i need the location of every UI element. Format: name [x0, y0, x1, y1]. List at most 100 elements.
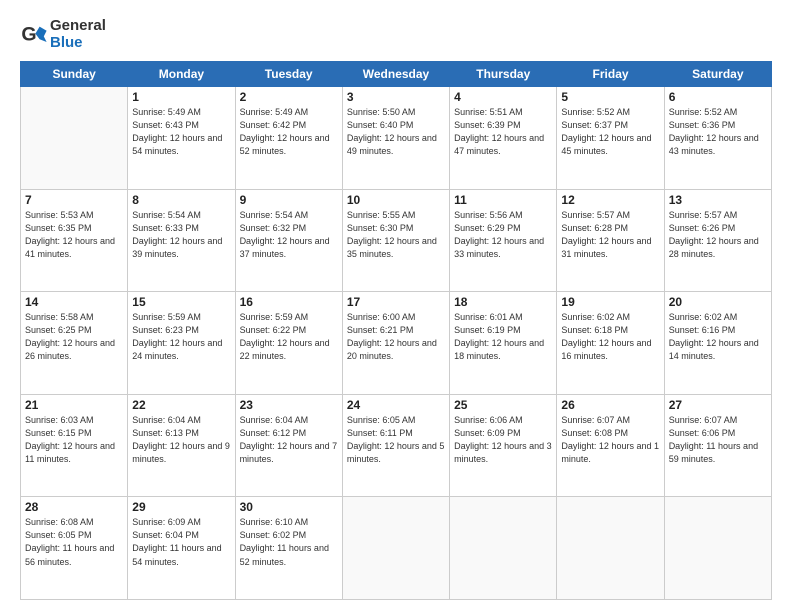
daylight-label: Daylight: 12 hours and 3 minutes. [454, 441, 552, 464]
day-number: 6 [669, 90, 767, 104]
day-number: 21 [25, 398, 123, 412]
day-number: 14 [25, 295, 123, 309]
day-info: Sunrise: 5:57 AM Sunset: 6:26 PM Dayligh… [669, 209, 767, 261]
calendar-cell: 11 Sunrise: 5:56 AM Sunset: 6:29 PM Dayl… [450, 189, 557, 292]
sunrise-label: Sunrise: 5:54 AM [132, 210, 201, 220]
daylight-label: Daylight: 12 hours and 31 minutes. [561, 236, 651, 259]
day-info: Sunrise: 6:09 AM Sunset: 6:04 PM Dayligh… [132, 516, 230, 568]
daylight-label: Daylight: 12 hours and 24 minutes. [132, 338, 222, 361]
day-info: Sunrise: 6:03 AM Sunset: 6:15 PM Dayligh… [25, 414, 123, 466]
sunset-label: Sunset: 6:43 PM [132, 120, 199, 130]
calendar-cell: 14 Sunrise: 5:58 AM Sunset: 6:25 PM Dayl… [21, 292, 128, 395]
calendar-cell: 1 Sunrise: 5:49 AM Sunset: 6:43 PM Dayli… [128, 87, 235, 190]
calendar-cell: 3 Sunrise: 5:50 AM Sunset: 6:40 PM Dayli… [342, 87, 449, 190]
day-number: 4 [454, 90, 552, 104]
sunset-label: Sunset: 6:16 PM [669, 325, 736, 335]
logo-blue: Blue [50, 35, 106, 52]
day-number: 5 [561, 90, 659, 104]
sunset-label: Sunset: 6:37 PM [561, 120, 628, 130]
daylight-label: Daylight: 12 hours and 37 minutes. [240, 236, 330, 259]
day-number: 18 [454, 295, 552, 309]
sunrise-label: Sunrise: 5:52 AM [669, 107, 738, 117]
page: G General Blue SundayMondayTuesdayWednes… [0, 0, 792, 612]
day-info: Sunrise: 6:06 AM Sunset: 6:09 PM Dayligh… [454, 414, 552, 466]
sunrise-label: Sunrise: 5:57 AM [561, 210, 630, 220]
calendar-cell: 15 Sunrise: 5:59 AM Sunset: 6:23 PM Dayl… [128, 292, 235, 395]
sunset-label: Sunset: 6:40 PM [347, 120, 414, 130]
daylight-label: Daylight: 12 hours and 28 minutes. [669, 236, 759, 259]
calendar-cell: 23 Sunrise: 6:04 AM Sunset: 6:12 PM Dayl… [235, 394, 342, 497]
day-number: 13 [669, 193, 767, 207]
daylight-label: Daylight: 12 hours and 45 minutes. [561, 133, 651, 156]
calendar-cell: 25 Sunrise: 6:06 AM Sunset: 6:09 PM Dayl… [450, 394, 557, 497]
sunset-label: Sunset: 6:09 PM [454, 428, 521, 438]
day-number: 9 [240, 193, 338, 207]
day-info: Sunrise: 6:05 AM Sunset: 6:11 PM Dayligh… [347, 414, 445, 466]
sunset-label: Sunset: 6:21 PM [347, 325, 414, 335]
daylight-label: Daylight: 12 hours and 39 minutes. [132, 236, 222, 259]
calendar-cell: 18 Sunrise: 6:01 AM Sunset: 6:19 PM Dayl… [450, 292, 557, 395]
day-info: Sunrise: 5:56 AM Sunset: 6:29 PM Dayligh… [454, 209, 552, 261]
day-info: Sunrise: 6:08 AM Sunset: 6:05 PM Dayligh… [25, 516, 123, 568]
calendar-cell: 19 Sunrise: 6:02 AM Sunset: 6:18 PM Dayl… [557, 292, 664, 395]
day-number: 11 [454, 193, 552, 207]
daylight-label: Daylight: 11 hours and 56 minutes. [25, 543, 114, 566]
daylight-label: Daylight: 12 hours and 20 minutes. [347, 338, 437, 361]
sunset-label: Sunset: 6:26 PM [669, 223, 736, 233]
day-number: 8 [132, 193, 230, 207]
daylight-label: Daylight: 12 hours and 54 minutes. [132, 133, 222, 156]
sunset-label: Sunset: 6:42 PM [240, 120, 307, 130]
calendar-cell: 22 Sunrise: 6:04 AM Sunset: 6:13 PM Dayl… [128, 394, 235, 497]
sunrise-label: Sunrise: 6:05 AM [347, 415, 416, 425]
calendar-cell: 2 Sunrise: 5:49 AM Sunset: 6:42 PM Dayli… [235, 87, 342, 190]
sunset-label: Sunset: 6:13 PM [132, 428, 199, 438]
sunset-label: Sunset: 6:30 PM [347, 223, 414, 233]
day-number: 29 [132, 500, 230, 514]
day-info: Sunrise: 5:55 AM Sunset: 6:30 PM Dayligh… [347, 209, 445, 261]
day-info: Sunrise: 5:59 AM Sunset: 6:23 PM Dayligh… [132, 311, 230, 363]
day-info: Sunrise: 5:51 AM Sunset: 6:39 PM Dayligh… [454, 106, 552, 158]
sunset-label: Sunset: 6:36 PM [669, 120, 736, 130]
day-number: 20 [669, 295, 767, 309]
sunset-label: Sunset: 6:28 PM [561, 223, 628, 233]
logo-icon: G [20, 21, 48, 49]
day-info: Sunrise: 6:01 AM Sunset: 6:19 PM Dayligh… [454, 311, 552, 363]
sunset-label: Sunset: 6:29 PM [454, 223, 521, 233]
day-number: 12 [561, 193, 659, 207]
calendar-cell [21, 87, 128, 190]
daylight-label: Daylight: 12 hours and 22 minutes. [240, 338, 330, 361]
day-info: Sunrise: 5:59 AM Sunset: 6:22 PM Dayligh… [240, 311, 338, 363]
day-number: 26 [561, 398, 659, 412]
calendar-table: SundayMondayTuesdayWednesdayThursdayFrid… [20, 61, 772, 600]
weekday-header-row: SundayMondayTuesdayWednesdayThursdayFrid… [21, 62, 772, 87]
day-info: Sunrise: 6:04 AM Sunset: 6:12 PM Dayligh… [240, 414, 338, 466]
sunrise-label: Sunrise: 6:03 AM [25, 415, 94, 425]
day-info: Sunrise: 6:04 AM Sunset: 6:13 PM Dayligh… [132, 414, 230, 466]
sunset-label: Sunset: 6:05 PM [25, 530, 92, 540]
svg-text:G: G [21, 23, 36, 45]
sunrise-label: Sunrise: 5:57 AM [669, 210, 738, 220]
daylight-label: Daylight: 12 hours and 52 minutes. [240, 133, 330, 156]
day-info: Sunrise: 5:49 AM Sunset: 6:43 PM Dayligh… [132, 106, 230, 158]
sunset-label: Sunset: 6:12 PM [240, 428, 307, 438]
daylight-label: Daylight: 12 hours and 14 minutes. [669, 338, 759, 361]
calendar-cell: 16 Sunrise: 5:59 AM Sunset: 6:22 PM Dayl… [235, 292, 342, 395]
sunset-label: Sunset: 6:02 PM [240, 530, 307, 540]
calendar-cell: 21 Sunrise: 6:03 AM Sunset: 6:15 PM Dayl… [21, 394, 128, 497]
sunrise-label: Sunrise: 6:00 AM [347, 312, 416, 322]
calendar-week-1: 1 Sunrise: 5:49 AM Sunset: 6:43 PM Dayli… [21, 87, 772, 190]
sunrise-label: Sunrise: 6:07 AM [669, 415, 738, 425]
sunrise-label: Sunrise: 6:07 AM [561, 415, 630, 425]
day-number: 25 [454, 398, 552, 412]
calendar-cell: 20 Sunrise: 6:02 AM Sunset: 6:16 PM Dayl… [664, 292, 771, 395]
day-info: Sunrise: 6:00 AM Sunset: 6:21 PM Dayligh… [347, 311, 445, 363]
sunrise-label: Sunrise: 6:09 AM [132, 517, 201, 527]
sunrise-label: Sunrise: 6:10 AM [240, 517, 309, 527]
day-number: 3 [347, 90, 445, 104]
calendar-week-5: 28 Sunrise: 6:08 AM Sunset: 6:05 PM Dayl… [21, 497, 772, 600]
day-number: 2 [240, 90, 338, 104]
daylight-label: Daylight: 11 hours and 54 minutes. [132, 543, 221, 566]
daylight-label: Daylight: 12 hours and 33 minutes. [454, 236, 544, 259]
sunrise-label: Sunrise: 5:58 AM [25, 312, 94, 322]
sunset-label: Sunset: 6:32 PM [240, 223, 307, 233]
